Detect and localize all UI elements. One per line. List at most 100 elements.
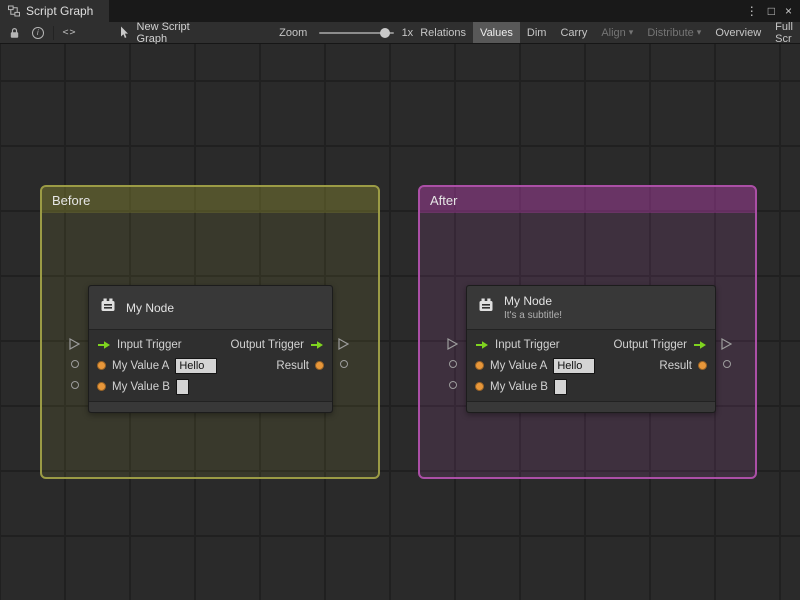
graph-icon bbox=[8, 5, 20, 17]
group-before-header[interactable]: Before bbox=[42, 187, 378, 213]
trigger-in-icon bbox=[97, 340, 111, 350]
port-label: My Value B bbox=[490, 380, 548, 393]
port-my-value-a[interactable]: My Value A bbox=[97, 357, 218, 374]
port-row: Input Trigger Output Trigger bbox=[467, 334, 715, 355]
overview-button[interactable]: Overview bbox=[708, 22, 768, 43]
value-b-input[interactable] bbox=[553, 378, 567, 395]
port-output-trigger[interactable]: Output Trigger bbox=[230, 339, 324, 351]
port-label: Result bbox=[276, 359, 309, 372]
fullscreen-button[interactable]: Full Scr bbox=[768, 21, 800, 45]
graph-toolbar: i <> New Script Graph Zoom 1x Relations … bbox=[0, 21, 800, 45]
ext-trigger-in-port[interactable] bbox=[447, 338, 458, 350]
port-label: My Value B bbox=[112, 380, 170, 393]
value-port-icon bbox=[698, 361, 707, 370]
ext-value-b-port[interactable] bbox=[71, 381, 79, 389]
zoom-value: 1x bbox=[401, 26, 414, 39]
info-icon[interactable]: i bbox=[32, 26, 44, 39]
port-label: My Value A bbox=[112, 359, 170, 372]
trigger-out-icon bbox=[693, 340, 707, 350]
window-maximize-icon[interactable]: □ bbox=[768, 5, 775, 17]
port-my-value-b[interactable]: My Value B bbox=[475, 378, 567, 395]
port-row: My Value A Result bbox=[467, 355, 715, 376]
ext-trigger-in-port[interactable] bbox=[69, 338, 80, 350]
toolbar-buttons: Relations Values Dim Carry Align ▾ Distr… bbox=[413, 21, 800, 45]
value-port-icon bbox=[475, 361, 484, 370]
unit-icon bbox=[99, 296, 117, 319]
port-my-value-a[interactable]: My Value A bbox=[475, 357, 596, 374]
value-a-input[interactable] bbox=[553, 357, 596, 374]
port-label: My Value A bbox=[490, 359, 548, 372]
trigger-in-icon bbox=[475, 340, 489, 350]
ext-value-b-port[interactable] bbox=[449, 381, 457, 389]
carry-button[interactable]: Carry bbox=[553, 22, 594, 43]
node-footer bbox=[89, 401, 332, 412]
zoom-slider[interactable] bbox=[319, 27, 394, 38]
graph-canvas[interactable]: Before My Node Input Trigger Output Trig… bbox=[0, 44, 800, 600]
port-result[interactable]: Result bbox=[659, 360, 707, 372]
port-label: Input Trigger bbox=[495, 338, 560, 351]
value-port-icon bbox=[97, 361, 106, 370]
port-row: My Value B bbox=[89, 376, 332, 397]
port-input-trigger[interactable]: Input Trigger bbox=[97, 339, 182, 351]
relations-button[interactable]: Relations bbox=[413, 22, 473, 43]
window-controls: ⋮ □ × bbox=[746, 0, 800, 22]
value-a-input[interactable] bbox=[175, 357, 218, 374]
values-button[interactable]: Values bbox=[473, 22, 520, 43]
graph-name-label[interactable]: New Script Graph bbox=[137, 21, 220, 45]
group-title: After bbox=[430, 192, 458, 208]
value-b-input[interactable] bbox=[175, 378, 189, 395]
node-title: My Node bbox=[126, 300, 175, 315]
port-row: Input Trigger Output Trigger bbox=[89, 334, 332, 355]
node-my-node-before[interactable]: My Node Input Trigger Output Trigger My … bbox=[88, 285, 333, 413]
window-menu-icon[interactable]: ⋮ bbox=[746, 5, 758, 17]
tab-bar: Script Graph ⋮ □ × bbox=[0, 0, 800, 22]
value-port-icon bbox=[475, 382, 484, 391]
group-after-header[interactable]: After bbox=[420, 187, 755, 213]
trigger-out-icon bbox=[310, 340, 324, 350]
port-label: Result bbox=[659, 359, 692, 372]
port-my-value-b[interactable]: My Value B bbox=[97, 378, 189, 395]
lock-icon[interactable] bbox=[9, 27, 20, 39]
port-output-trigger[interactable]: Output Trigger bbox=[613, 339, 707, 351]
align-label: Align bbox=[601, 26, 626, 39]
unit-icon bbox=[477, 296, 495, 319]
distribute-label: Distribute bbox=[647, 26, 694, 39]
node-title: My Node bbox=[504, 294, 553, 308]
node-ports: Input Trigger Output Trigger My Value A … bbox=[467, 330, 715, 401]
distribute-button[interactable]: Distribute ▾ bbox=[640, 22, 708, 43]
ext-trigger-out-port[interactable] bbox=[721, 338, 732, 350]
chevron-down-icon: ▾ bbox=[628, 27, 634, 37]
ext-trigger-out-port[interactable] bbox=[338, 338, 349, 350]
zoom-slider-knob[interactable] bbox=[379, 27, 390, 38]
group-title: Before bbox=[52, 192, 91, 208]
port-result[interactable]: Result bbox=[276, 360, 324, 372]
port-label: Output Trigger bbox=[613, 338, 687, 351]
toolbar-divider bbox=[52, 25, 54, 40]
tab-script-graph[interactable]: Script Graph bbox=[0, 0, 110, 22]
value-port-icon bbox=[315, 361, 324, 370]
script-graph-window: Script Graph ⋮ □ × i <> New Script Graph… bbox=[0, 0, 800, 600]
chevron-down-icon: ▾ bbox=[696, 27, 702, 37]
dim-button[interactable]: Dim bbox=[520, 22, 554, 43]
node-header[interactable]: My Node bbox=[89, 286, 332, 330]
port-label: Input Trigger bbox=[117, 338, 182, 351]
node-ports: Input Trigger Output Trigger My Value A … bbox=[89, 330, 332, 401]
ext-result-port[interactable] bbox=[340, 360, 348, 368]
port-row: My Value B bbox=[467, 376, 715, 397]
tab-title: Script Graph bbox=[26, 4, 94, 18]
align-button[interactable]: Align ▾ bbox=[594, 22, 640, 43]
port-label: Output Trigger bbox=[230, 338, 304, 351]
port-input-trigger[interactable]: Input Trigger bbox=[475, 339, 560, 351]
node-subtitle: It's a subtitle! bbox=[504, 310, 563, 321]
zoom-label: Zoom bbox=[279, 26, 308, 39]
node-header[interactable]: My Node It's a subtitle! bbox=[467, 286, 715, 330]
ext-result-port[interactable] bbox=[723, 360, 731, 368]
node-footer bbox=[467, 401, 715, 412]
code-icon[interactable]: <> bbox=[62, 27, 76, 38]
node-my-node-after[interactable]: My Node It's a subtitle! Input Trigger O… bbox=[466, 285, 716, 413]
ext-value-a-port[interactable] bbox=[449, 360, 457, 368]
ext-value-a-port[interactable] bbox=[71, 360, 79, 368]
pointer-icon bbox=[119, 26, 131, 39]
value-port-icon bbox=[97, 382, 106, 391]
window-close-icon[interactable]: × bbox=[785, 5, 792, 17]
